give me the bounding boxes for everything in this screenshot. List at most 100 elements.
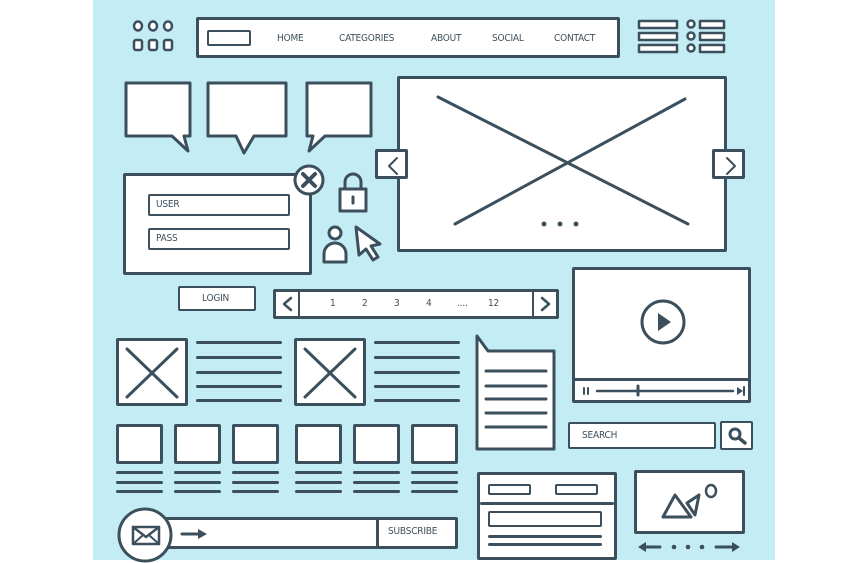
- thumbnail-image-1: [116, 338, 188, 406]
- card-thumbnail: [116, 424, 163, 464]
- envelope-icon[interactable]: [116, 505, 174, 563]
- card-thumbnail: [353, 424, 400, 464]
- card-thumbnail: [232, 424, 279, 464]
- user-icon: [322, 225, 348, 264]
- text-line: [488, 535, 602, 538]
- card-thumbnail: [411, 424, 458, 464]
- text-line: [295, 471, 342, 474]
- page-1[interactable]: 1: [330, 298, 336, 309]
- chevron-right-icon: [726, 157, 736, 175]
- image-gallery: [634, 470, 745, 534]
- chevron-right-icon: [540, 296, 551, 312]
- slider-next-button[interactable]: [712, 149, 745, 179]
- arrow-right-icon: [180, 529, 207, 539]
- thumbnail-image-2: [294, 338, 366, 406]
- logo-placeholder[interactable]: [207, 30, 251, 46]
- form-header-field-2[interactable]: [555, 484, 598, 495]
- page-12[interactable]: 12: [488, 298, 499, 309]
- nav-item-categories[interactable]: CATEGORIES: [339, 33, 394, 44]
- page-4[interactable]: 4: [426, 298, 432, 309]
- gallery-navigation[interactable]: [636, 540, 744, 554]
- page-2[interactable]: 2: [362, 298, 368, 309]
- username-field[interactable]: USER: [148, 194, 290, 216]
- text-line: [174, 481, 221, 484]
- slider-prev-button[interactable]: [375, 149, 408, 179]
- image-placeholder-icon: [125, 347, 179, 399]
- speech-bubble-3: [305, 81, 373, 153]
- speech-bubble-1: [124, 81, 192, 153]
- login-dialog: USER PASS: [123, 173, 312, 275]
- text-line: [232, 481, 279, 484]
- subscribe-button[interactable]: SUBSCRIBE: [376, 520, 458, 546]
- list-icon: [637, 19, 726, 54]
- cursor-icon: [354, 225, 382, 262]
- text-line: [174, 471, 221, 474]
- video-player: [572, 267, 751, 403]
- email-input[interactable]: SUBSCRIBE: [165, 517, 458, 549]
- text-line: [174, 490, 221, 493]
- dot-grid-icon: [132, 20, 174, 52]
- card-thumbnail: [174, 424, 221, 464]
- password-placeholder: PASS: [156, 233, 178, 244]
- skip-end-icon[interactable]: [736, 386, 746, 396]
- text-line: [196, 399, 282, 402]
- pagination: 1 2 3 4 .... 12: [273, 289, 559, 319]
- subscribe-button-label: SUBSCRIBE: [388, 526, 438, 537]
- speech-bubble-2: [206, 81, 288, 155]
- nav-item-about[interactable]: ABOUT: [431, 33, 462, 44]
- nav-item-social[interactable]: SOCIAL: [492, 33, 524, 44]
- text-line: [374, 356, 460, 359]
- text-line: [295, 481, 342, 484]
- chevron-left-icon: [388, 157, 398, 175]
- search-input[interactable]: SEARCH: [568, 422, 716, 449]
- search-placeholder: SEARCH: [582, 430, 618, 441]
- close-icon[interactable]: [292, 163, 326, 197]
- login-button-label: LOGIN: [202, 293, 230, 304]
- card-thumbnail: [295, 424, 342, 464]
- image-icon: [661, 483, 718, 519]
- page-3[interactable]: 3: [394, 298, 400, 309]
- text-line: [411, 490, 458, 493]
- form-header-field-1[interactable]: [488, 484, 531, 495]
- text-line: [374, 371, 460, 374]
- text-line: [411, 481, 458, 484]
- text-line: [116, 471, 163, 474]
- text-line: [488, 543, 602, 546]
- nav-item-contact[interactable]: CONTACT: [554, 33, 595, 44]
- text-line: [196, 385, 282, 388]
- text-line: [374, 385, 460, 388]
- text-line: [353, 471, 400, 474]
- text-line: [295, 490, 342, 493]
- form-card: [477, 472, 617, 560]
- text-line: [116, 490, 163, 493]
- image-placeholder-icon: [303, 347, 357, 399]
- nav-item-home[interactable]: HOME: [277, 33, 304, 44]
- text-line: [232, 471, 279, 474]
- pause-icon[interactable]: [581, 386, 591, 396]
- form-text-field[interactable]: [488, 511, 602, 527]
- text-line: [374, 399, 460, 402]
- text-line: [353, 490, 400, 493]
- nav-bar: HOME CATEGORIES ABOUT SOCIAL CONTACT: [196, 17, 620, 58]
- pagination-next-button[interactable]: [532, 292, 556, 316]
- play-icon[interactable]: [639, 298, 687, 346]
- text-line: [353, 481, 400, 484]
- page-ellipsis: ....: [457, 298, 468, 309]
- video-controls: [575, 378, 748, 403]
- document-note: [475, 334, 556, 451]
- text-line: [196, 341, 282, 344]
- login-button[interactable]: LOGIN: [178, 286, 256, 311]
- text-line: [232, 490, 279, 493]
- text-line: [374, 341, 460, 344]
- pagination-prev-button[interactable]: [276, 292, 300, 316]
- chevron-left-icon: [282, 296, 293, 312]
- search-button[interactable]: [720, 421, 753, 450]
- search-icon: [728, 427, 747, 445]
- lock-icon: [338, 172, 368, 213]
- text-line: [196, 371, 282, 374]
- progress-track[interactable]: [595, 384, 735, 397]
- password-field[interactable]: PASS: [148, 228, 290, 250]
- slider-dots[interactable]: [538, 219, 588, 229]
- text-line: [196, 356, 282, 359]
- image-slider: [397, 76, 727, 252]
